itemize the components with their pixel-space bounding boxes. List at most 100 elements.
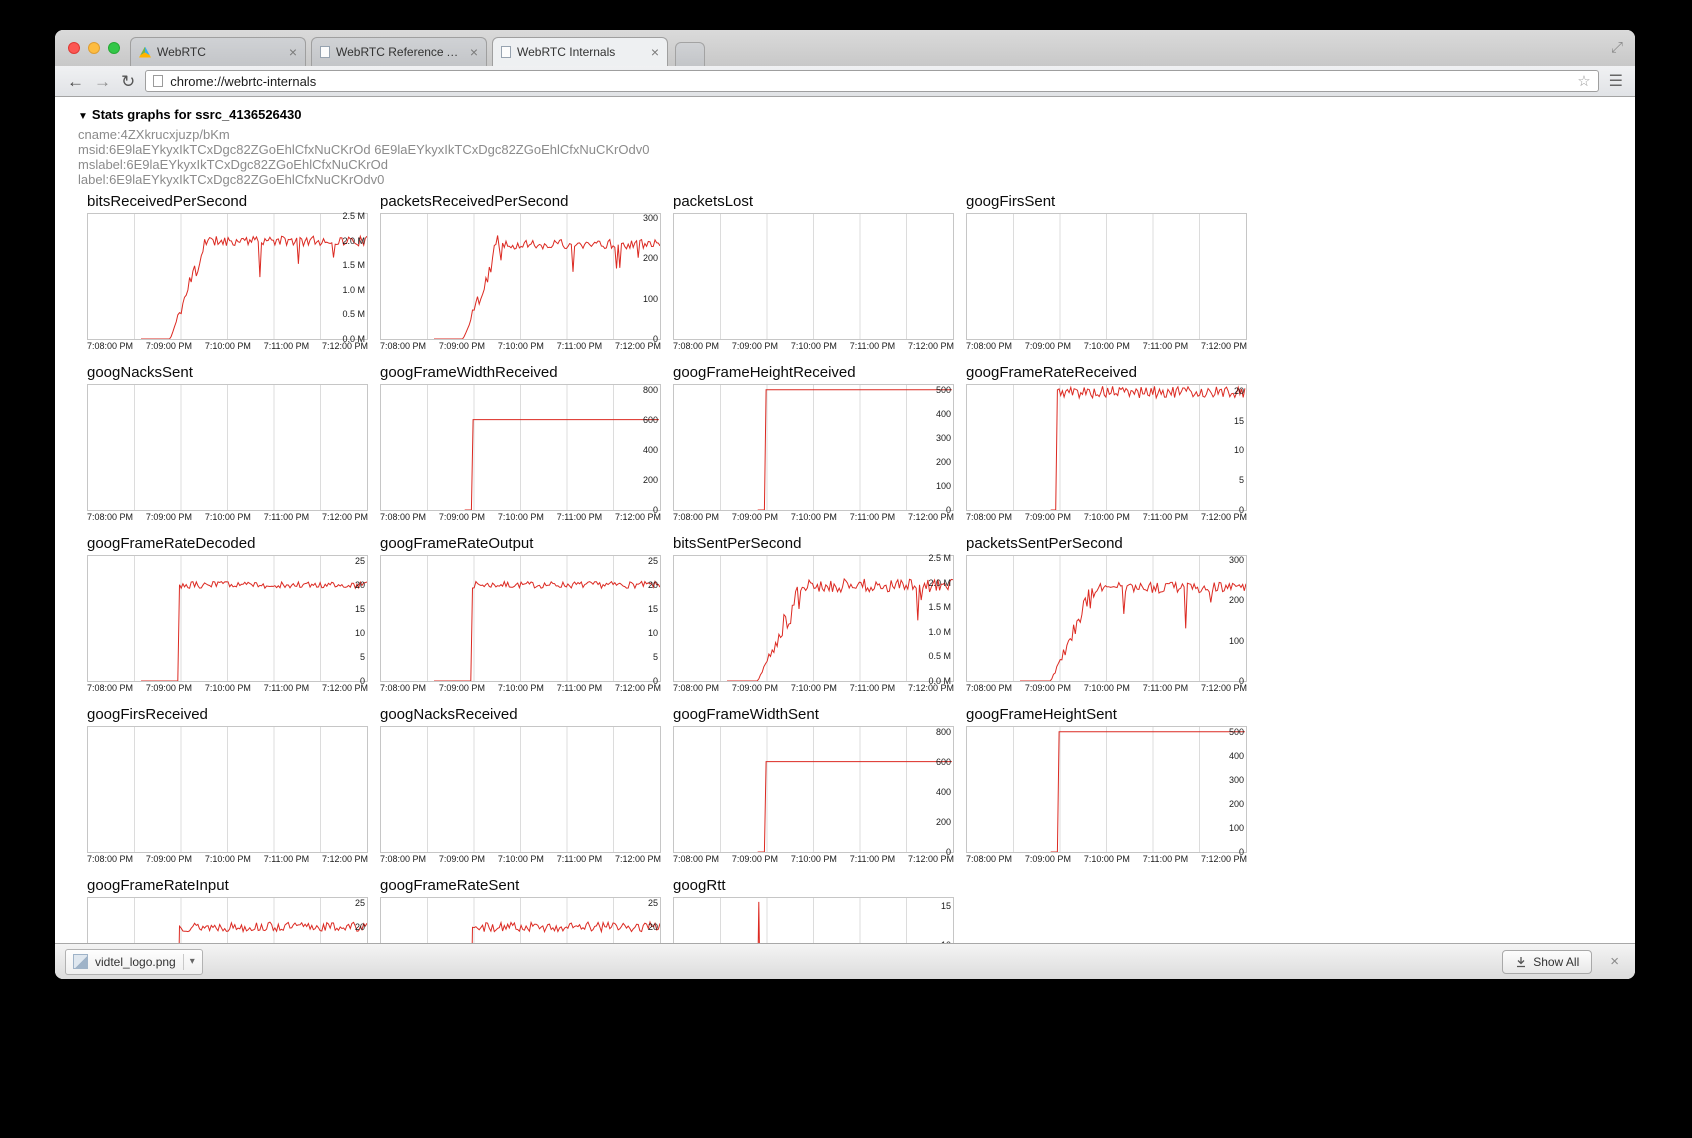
y-tick-label: 10 — [648, 629, 658, 638]
chart-title: googFrameRateSent — [380, 877, 661, 897]
chart-plot: 8006004002000 — [380, 384, 661, 511]
y-tick-label: 0 — [653, 506, 658, 515]
download-item[interactable]: vidtel_logo.png ▾ — [65, 949, 203, 975]
y-tick-label: 1.0 M — [342, 286, 365, 295]
y-tick-label: 0.0 M — [928, 677, 951, 686]
chart-plot: 5004003002001000 — [966, 726, 1247, 853]
y-tick-label: 100 — [643, 295, 658, 304]
chart-plot: 151050 — [673, 897, 954, 943]
tab-webrtc-internals[interactable]: WebRTC Internals × — [492, 37, 668, 66]
x-tick-label: 7:11:00 PM — [557, 683, 602, 693]
download-bar: vidtel_logo.png ▾ Show All × — [55, 943, 1635, 979]
tab-webrtc[interactable]: WebRTC × — [130, 37, 306, 66]
x-tick-label: 7:09:00 PM — [146, 683, 192, 693]
chart-plot — [380, 726, 661, 853]
forward-button[interactable]: → — [94, 73, 111, 90]
tab-close-icon[interactable]: × — [289, 45, 297, 59]
chart-plot: 20151050 — [966, 384, 1247, 511]
y-tick-label: 10 — [355, 629, 365, 638]
chart-plot — [87, 384, 368, 511]
minimize-window-button[interactable] — [88, 42, 100, 54]
cname-line: cname:4ZXkrucxjuzp/bKm — [78, 127, 1635, 142]
omnibox[interactable]: chrome://webrtc-internals ☆ — [145, 70, 1598, 92]
x-tick-label: 7:09:00 PM — [1025, 341, 1071, 351]
stats-chart: googFrameRateInput25201510507:08:00 PM7:… — [87, 877, 368, 943]
y-tick-label: 500 — [936, 386, 951, 395]
x-tick-label: 7:11:00 PM — [264, 512, 309, 522]
chart-title: packetsReceivedPerSecond — [380, 193, 661, 213]
x-axis-labels: 7:08:00 PM7:09:00 PM7:10:00 PM7:11:00 PM… — [966, 512, 1247, 522]
y-tick-label: 100 — [1229, 637, 1244, 646]
chart-plot: 2.5 M2.0 M1.5 M1.0 M0.5 M0.0 M — [87, 213, 368, 340]
menu-icon[interactable]: ☰ — [1609, 71, 1623, 91]
stats-chart: packetsLost7:08:00 PM7:09:00 PM7:10:00 P… — [673, 193, 954, 351]
stream-metadata: cname:4ZXkrucxjuzp/bKm msid:6E9laEYkyxIk… — [78, 127, 1635, 187]
chart-title: googNacksReceived — [380, 706, 661, 726]
x-tick-label: 7:09:00 PM — [146, 341, 192, 351]
y-tick-label: 5 — [1239, 476, 1244, 485]
stats-chart: googFirsSent7:08:00 PM7:09:00 PM7:10:00 … — [966, 193, 1247, 351]
chart-plot — [966, 213, 1247, 340]
page-content: ▼Stats graphs for ssrc_4136526430 cname:… — [55, 97, 1635, 943]
y-tick-label: 0 — [1239, 677, 1244, 686]
x-tick-label: 7:09:00 PM — [1025, 854, 1071, 864]
tab-close-icon[interactable]: × — [470, 45, 478, 59]
y-tick-label: 20 — [355, 923, 365, 932]
y-tick-label: 100 — [1229, 824, 1244, 833]
back-button[interactable]: ← — [67, 73, 84, 90]
x-tick-label: 7:11:00 PM — [264, 683, 309, 693]
charts-grid: bitsReceivedPerSecond2.5 M2.0 M1.5 M1.0 … — [87, 193, 1635, 943]
bookmark-star-icon[interactable]: ☆ — [1577, 72, 1590, 90]
y-tick-label: 0.5 M — [342, 310, 365, 319]
y-tick-label: 15 — [355, 605, 365, 614]
y-tick-label: 0 — [653, 335, 658, 344]
chart-plot — [87, 726, 368, 853]
msid-line: msid:6E9laEYkyxIkTCxDgc82ZGoEhlCfxNuCKrO… — [78, 142, 1635, 157]
x-tick-label: 7:11:00 PM — [1143, 512, 1188, 522]
y-tick-label: 15 — [648, 605, 658, 614]
y-tick-label: 10 — [1234, 446, 1244, 455]
x-axis-labels: 7:08:00 PM7:09:00 PM7:10:00 PM7:11:00 PM… — [673, 341, 954, 351]
window-controls — [68, 42, 120, 54]
x-tick-label: 7:09:00 PM — [732, 512, 778, 522]
browser-toolbar: ← → ↻ chrome://webrtc-internals ☆ ☰ — [55, 66, 1635, 97]
x-tick-label: 7:10:00 PM — [205, 512, 251, 522]
collapse-triangle-icon[interactable]: ▼ — [78, 111, 88, 122]
y-tick-label: 2.5 M — [928, 554, 951, 563]
chevron-down-icon[interactable]: ▾ — [183, 954, 195, 970]
y-tick-label: 5 — [653, 653, 658, 662]
chart-title: googRtt — [673, 877, 954, 897]
y-tick-label: 100 — [936, 482, 951, 491]
tab-close-icon[interactable]: × — [651, 45, 659, 59]
download-bar-close-icon[interactable]: × — [1610, 953, 1619, 970]
new-tab-button[interactable] — [675, 42, 705, 66]
tab-webrtc-reference-app[interactable]: WebRTC Reference App × — [311, 37, 487, 66]
x-tick-label: 7:09:00 PM — [732, 341, 778, 351]
x-tick-label: 7:11:00 PM — [557, 341, 602, 351]
reload-button[interactable]: ↻ — [121, 73, 135, 90]
window-resize-icon[interactable]: ⤢ — [1611, 39, 1623, 56]
y-tick-label: 2.5 M — [342, 212, 365, 221]
x-tick-label: 7:10:00 PM — [791, 683, 837, 693]
show-all-button[interactable]: Show All — [1502, 950, 1592, 974]
y-tick-label: 300 — [1229, 776, 1244, 785]
close-window-button[interactable] — [68, 42, 80, 54]
x-tick-label: 7:08:00 PM — [87, 341, 133, 351]
x-tick-label: 7:08:00 PM — [380, 683, 426, 693]
x-tick-label: 7:08:00 PM — [380, 341, 426, 351]
download-icon — [1515, 956, 1527, 968]
y-tick-label: 20 — [1234, 387, 1244, 396]
x-tick-label: 7:08:00 PM — [673, 512, 719, 522]
x-tick-label: 7:11:00 PM — [1143, 854, 1188, 864]
y-tick-label: 2.0 M — [342, 237, 365, 246]
y-tick-label: 0 — [946, 848, 951, 857]
zoom-window-button[interactable] — [108, 42, 120, 54]
x-axis-labels: 7:08:00 PM7:09:00 PM7:10:00 PM7:11:00 PM… — [966, 341, 1247, 351]
y-tick-label: 800 — [643, 386, 658, 395]
stats-chart: googFrameWidthReceived80060040020007:08:… — [380, 364, 661, 522]
file-thumbnail-icon — [73, 954, 88, 969]
y-tick-label: 25 — [355, 899, 365, 908]
x-tick-label: 7:08:00 PM — [966, 512, 1012, 522]
x-axis-labels: 7:08:00 PM7:09:00 PM7:10:00 PM7:11:00 PM… — [673, 512, 954, 522]
label-line: label:6E9laEYkyxIkTCxDgc82ZGoEhlCfxNuCKr… — [78, 172, 1635, 187]
